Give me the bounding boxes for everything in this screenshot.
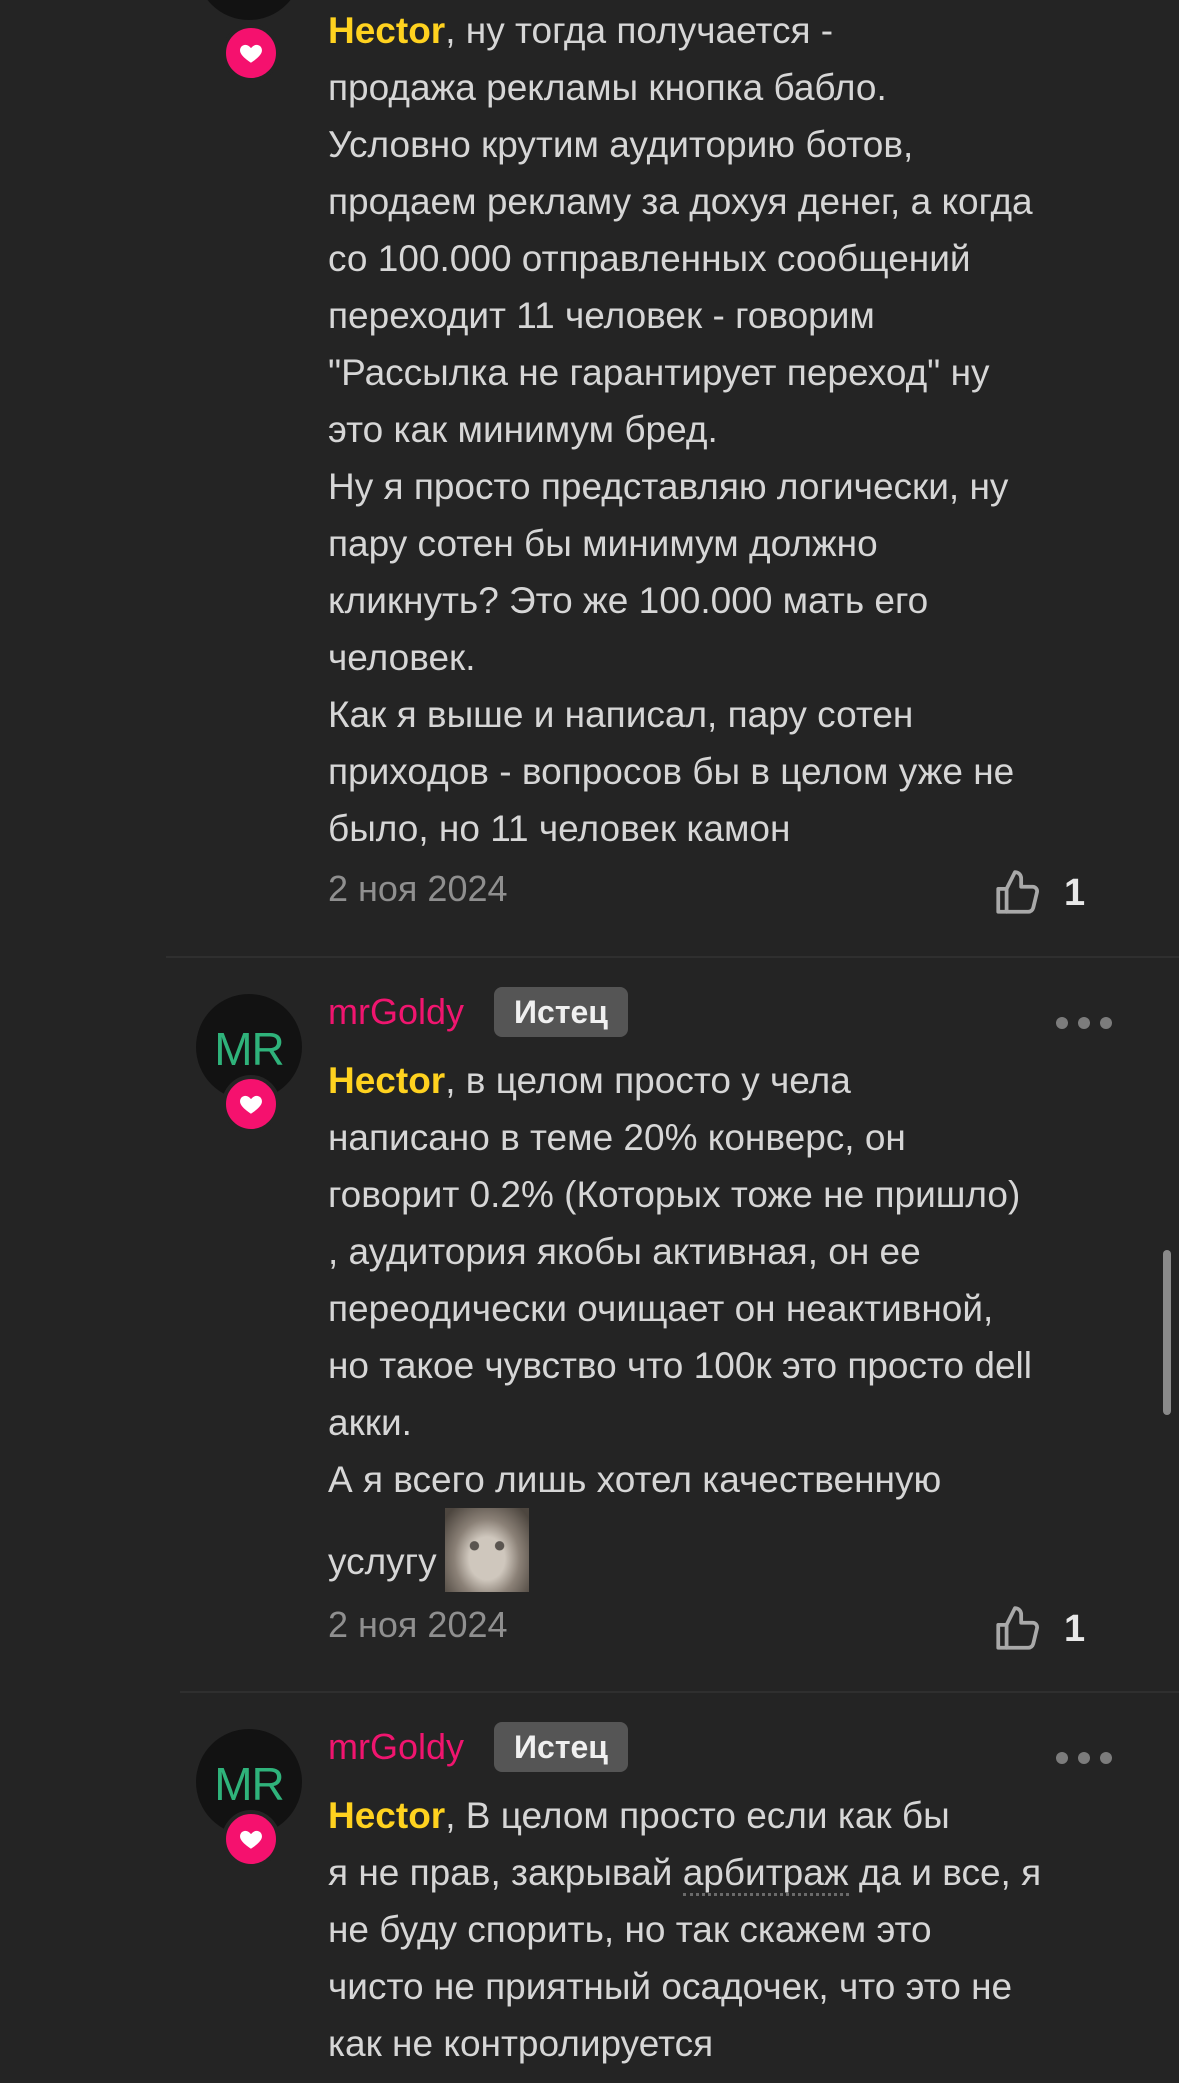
comment-body: Hector, В целом просто если как бы я не … [328, 1787, 1128, 2072]
dot-icon [1078, 1752, 1090, 1764]
comment-text: Как я выше и написал, пару сотен приходо… [328, 694, 1015, 849]
arbitration-link[interactable]: арбитраж [682, 1852, 849, 1896]
mention-hector[interactable]: Hector [328, 1795, 445, 1836]
like-button[interactable]: 1 [992, 1604, 1085, 1654]
comment-date: 2 ноя 2024 [328, 1604, 508, 1645]
avatar-initials: MR [196, 0, 302, 20]
more-options-button[interactable] [1056, 1013, 1112, 1033]
like-count: 1 [1064, 1607, 1086, 1650]
role-badge: Истец [494, 1722, 628, 1772]
cat-emoji-icon [444, 1508, 529, 1592]
heart-badge-icon [222, 1810, 280, 1868]
comment-text: , в целом просто у чела написано в теме … [328, 1060, 1032, 1443]
divider [180, 1691, 1179, 1693]
heart-badge-icon [222, 1075, 280, 1133]
more-options-button[interactable] [1056, 1748, 1112, 1768]
comment-header: mrGoldy Истец [328, 1721, 628, 1773]
thumbs-up-icon [996, 1606, 1039, 1650]
heart-badge-icon [222, 24, 280, 82]
comment-text: А я всего лишь хотел качественную услугу [328, 1459, 942, 1582]
role-badge: Истец [494, 987, 628, 1037]
thumbs-up-icon [996, 870, 1039, 914]
dot-icon [1100, 1017, 1112, 1029]
comment-date: 2 ноя 2024 [328, 868, 508, 909]
username[interactable]: mrGoldy [328, 991, 464, 1033]
dot-icon [1056, 1752, 1068, 1764]
mention-hector[interactable]: Hector [328, 10, 445, 51]
mention-hector[interactable]: Hector [328, 1060, 445, 1101]
comment-header: mrGoldy Истец [328, 986, 628, 1038]
scrollbar[interactable] [1163, 1250, 1171, 1415]
comment-body: Hector, в целом просто у чела написано в… [328, 1052, 1128, 1592]
username[interactable]: mrGoldy [328, 1726, 464, 1768]
avatar[interactable]: MR [196, 0, 302, 20]
comment-text: Ну я просто представляю логически, ну па… [328, 466, 1009, 678]
comment-text: , ну тогда получается - продажа рекламы … [328, 10, 1033, 450]
dot-icon [1056, 1017, 1068, 1029]
like-count: 1 [1064, 871, 1086, 914]
dot-icon [1078, 1017, 1090, 1029]
divider [166, 956, 1179, 958]
like-button[interactable]: 1 [992, 868, 1085, 918]
comment-body: Hector, ну тогда получается - продажа ре… [328, 2, 1128, 857]
dot-icon [1100, 1752, 1112, 1764]
